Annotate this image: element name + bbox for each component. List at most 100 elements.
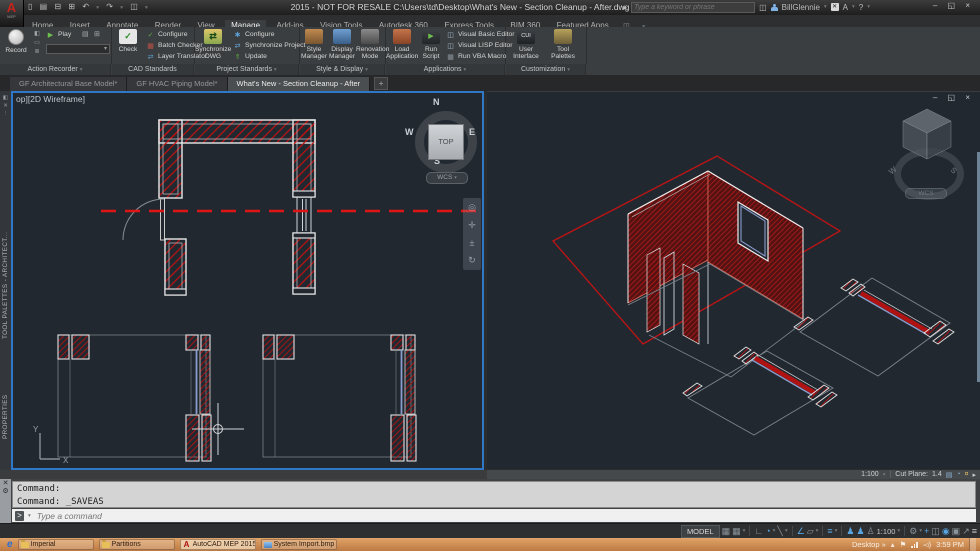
new-icon[interactable]: ▯ — [28, 2, 33, 11]
renovation-mode-button[interactable]: RenovationMode — [356, 27, 384, 60]
run-script-button[interactable]: ▶ RunScript — [418, 27, 444, 60]
viewport-plan[interactable]: op][2D Wireframe] — [11, 91, 484, 470]
autoscale-icon[interactable]: ♟ — [856, 526, 864, 537]
help-icon[interactable]: ? — [859, 3, 863, 12]
restore-button[interactable]: ◱ — [948, 1, 960, 10]
minimize-button[interactable]: – — [933, 1, 941, 10]
panel-label-project-standards[interactable]: Project Standards ▾ — [195, 64, 299, 75]
message-icon[interactable]: ◧ — [34, 31, 40, 37]
taskbar-item-partitions[interactable]: Partitions — [99, 539, 175, 550]
recent-commands-caret-icon[interactable]: ▾ — [28, 513, 31, 519]
palette-menu-icon[interactable]: ⋮ — [3, 111, 9, 117]
polar-tracking-icon[interactable]: ◔ — [765, 526, 770, 537]
workspace-icon[interactable]: ◫ — [130, 2, 139, 11]
lineweight-caret-icon[interactable]: ▾ — [835, 528, 838, 534]
internet-explorer-icon[interactable]: e — [7, 539, 13, 551]
a360-icon[interactable]: A — [843, 3, 848, 12]
synchronize-project-button[interactable]: ⇄ Synchronize Project — [233, 40, 305, 51]
synchronize-dwg-button[interactable]: ⇄ SynchronizeDWG — [195, 27, 231, 60]
panel-label-customization[interactable]: Customization ▾ — [506, 64, 586, 75]
show-desktop-button[interactable] — [969, 538, 976, 551]
volume-icon[interactable]: ◅) — [923, 540, 931, 549]
customization-menu-icon[interactable]: ≡ — [972, 526, 977, 537]
file-tab-hvac[interactable]: GF HVAC Piping Model* — [127, 77, 227, 91]
cut-plane-value[interactable]: 1.4 — [932, 471, 942, 478]
clean-screen-icon[interactable]: ↗ — [962, 526, 970, 537]
new-drawing-tab-button[interactable]: + — [374, 77, 388, 90]
isodraft-caret-icon[interactable]: ▾ — [785, 528, 788, 534]
snap-icon[interactable]: ▦ — [732, 526, 741, 537]
command-history[interactable]: Command: Command: _SAVEAS — [12, 481, 976, 508]
lineweight-icon[interactable]: ≡ — [827, 526, 832, 537]
clock[interactable]: 3:59 PM — [936, 540, 964, 549]
annotation-scale-button[interactable]: 1:100 — [877, 527, 896, 536]
annotation-monitor-icon[interactable]: + — [924, 526, 929, 537]
action-center-flag-icon[interactable]: ⚑ — [900, 540, 907, 549]
pause-icon[interactable]: ▭ — [34, 40, 40, 46]
a360-caret-icon[interactable]: ▾ — [852, 4, 855, 10]
configure-project-button[interactable]: ✱ Configure — [233, 29, 274, 40]
model-space-button[interactable]: MODEL — [681, 525, 720, 538]
doc-minimize-button[interactable]: – — [933, 93, 941, 102]
desktop-toolbar[interactable]: Desktop » — [852, 540, 886, 549]
doc-close-button[interactable]: × — [965, 93, 974, 102]
osnap-tracking-icon[interactable]: ∠ — [797, 526, 805, 537]
graphics-performance-icon[interactable]: ◉ — [942, 526, 950, 537]
polar-caret-icon[interactable]: ▾ — [773, 528, 776, 534]
command-close-icon[interactable]: ✕ — [3, 480, 9, 487]
search-input[interactable] — [631, 2, 755, 13]
autohide-icon[interactable]: ◧ — [3, 95, 8, 101]
redo-caret-icon[interactable]: ▾ — [120, 5, 124, 11]
isolate-objects-icon[interactable]: ▣ — [952, 526, 961, 537]
taskbar-item-system-import[interactable]: System Import.bmp ... — [261, 539, 337, 550]
zoom-icon[interactable]: ± — [470, 238, 475, 248]
pan-icon[interactable]: ✛ — [468, 220, 476, 231]
close-button[interactable]: × — [965, 1, 974, 10]
configure-standards-button[interactable]: ✓ Configure — [146, 29, 187, 40]
exchange-apps-icon[interactable]: ✕ — [831, 3, 839, 11]
annotation-scale-value[interactable]: 1:100 — [861, 471, 879, 478]
search-go-icon[interactable]: ◫ — [759, 3, 767, 12]
snap-caret-icon[interactable]: ▾ — [743, 528, 746, 534]
insert-message-icon[interactable]: ▤ — [82, 30, 89, 38]
run-vba-macro-button[interactable]: ▦ Run VBA Macro — [446, 51, 506, 62]
grid-icon[interactable]: ▦ — [722, 526, 731, 537]
play-button[interactable]: ▶ Play — [46, 29, 71, 40]
osnap-icon[interactable]: ▱ — [807, 526, 814, 537]
user-caret-icon[interactable]: ▾ — [824, 4, 827, 10]
open-icon[interactable]: ▤ — [40, 2, 49, 11]
viewport-3d[interactable]: – ◱ × — [487, 91, 980, 469]
panel-label-action-recorder[interactable]: Action Recorder ▾ — [0, 64, 111, 75]
wcs-dropdown[interactable]: WCS ▾ — [426, 172, 468, 184]
panel-label-style-display[interactable]: Style & Display ▾ — [300, 64, 385, 75]
viewcube-north[interactable]: N — [433, 97, 440, 107]
style-manager-button[interactable]: StyleManager — [300, 27, 328, 60]
display-manager-button[interactable]: DisplayManager — [328, 27, 356, 60]
redo-icon[interactable]: ↷ — [106, 2, 114, 11]
scale-caret-icon[interactable]: ▾ — [883, 472, 886, 478]
file-tab-architectural[interactable]: GF Architectural Base Model* — [10, 77, 127, 91]
file-tab-section-cleanup[interactable]: What's New - Section Cleanup - After — [228, 77, 371, 91]
network-icon[interactable] — [911, 542, 918, 548]
panel-label-cad-standards[interactable]: CAD Standards — [112, 64, 194, 75]
undo-icon[interactable]: ↶ — [82, 2, 90, 11]
wcs-dropdown-3d[interactable]: WCS — [905, 188, 947, 199]
viewport-controls-label[interactable]: op][2D Wireframe] — [16, 94, 85, 104]
viewcube[interactable]: N W E S TOP WCS ▾ — [406, 98, 484, 186]
viewcube-3d[interactable]: W S WCS — [889, 108, 969, 200]
viewcube-west[interactable]: W — [405, 127, 414, 137]
stop-icon[interactable]: ≣ — [34, 49, 39, 55]
annotation-scale-caret-icon[interactable]: ▾ — [897, 528, 900, 534]
ortho-icon[interactable]: ∟ — [754, 526, 763, 537]
close-palette-icon[interactable]: ✕ — [3, 103, 8, 109]
search-collapse-icon[interactable]: ▸ — [623, 3, 627, 12]
dws-lamp-icon[interactable]: ¤ — [965, 471, 969, 478]
quick-properties-icon[interactable]: ◫ — [931, 526, 940, 537]
help-caret-icon[interactable]: ▾ — [867, 4, 870, 10]
panel-label-applications[interactable]: Applications ▾ — [386, 64, 505, 75]
signin-user[interactable]: BillGlennie — [782, 3, 820, 12]
load-application-button[interactable]: LoadApplication — [386, 27, 418, 60]
dws-menu-icon[interactable]: ▸ — [972, 471, 976, 479]
tool-palettes-button[interactable]: ToolPalettes — [546, 27, 580, 60]
isodraft-icon[interactable]: ╲ — [777, 526, 782, 537]
